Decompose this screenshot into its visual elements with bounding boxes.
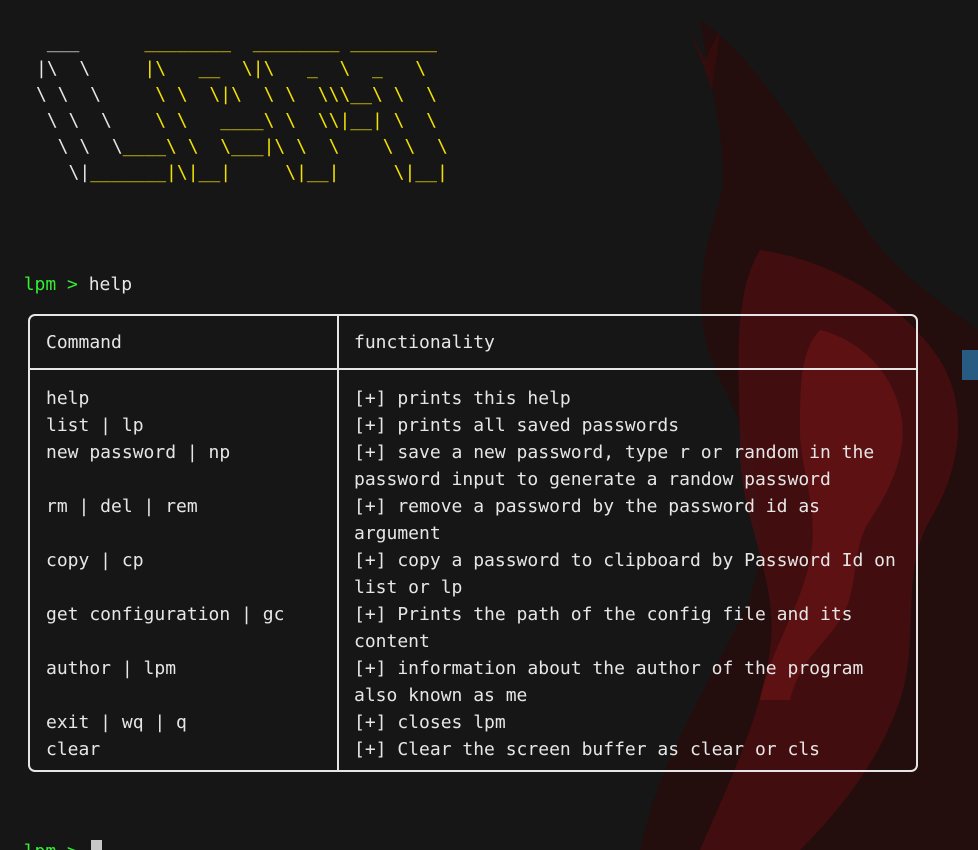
prompt-line-input[interactable]: lpm >	[2, 816, 102, 850]
table-row: get configuration | gc [+] Prints the pat…	[30, 601, 916, 655]
command-cell: author | lpm	[46, 658, 177, 679]
command-cell: new password | np	[46, 442, 231, 463]
description-line: content	[354, 631, 430, 652]
description-line: argument	[354, 523, 441, 544]
prompt-label: lpm >	[24, 841, 89, 850]
description-line: [+] remove a password by the password id…	[354, 496, 820, 517]
description-cell: [+] closes lpm	[338, 709, 894, 736]
table-row: clear [+] Clear the screen buffer as clea…	[30, 736, 916, 763]
lpm-ascii-logo: ___ ________ ________ ________ |\ \ |\ _…	[36, 30, 448, 186]
command-cell: get configuration | gc	[46, 604, 285, 625]
description-cell: [+] prints all saved passwords	[338, 412, 894, 439]
description-line: [+] prints this help	[354, 388, 571, 409]
table-row: copy | cp [+] copy a password to clipboar…	[30, 547, 916, 601]
command-cell: rm | del | rem	[46, 496, 198, 517]
table-row: author | lpm [+] information about the au…	[30, 655, 916, 709]
description-cell: [+] Clear the screen buffer as clear or …	[338, 736, 894, 763]
description-cell: [+] prints this help	[338, 385, 894, 412]
description-line: [+] copy a password to clipboard by Pass…	[354, 550, 896, 571]
description-cell: [+] Prints the path of the config file a…	[338, 601, 894, 655]
header-command: Command	[46, 332, 122, 353]
header-functionality: functionality	[354, 332, 495, 353]
description-line: [+] Prints the path of the config file a…	[354, 604, 853, 625]
description-cell: [+] remove a password by the password id…	[338, 493, 894, 547]
command-cell: clear	[46, 739, 101, 760]
table-row: list | lp [+] prints all saved passwords	[30, 412, 916, 439]
description-cell: [+] information about the author of the …	[338, 655, 894, 709]
logo-line: \ \ \ \ \ ____\ \ \\|__| \ \	[36, 110, 437, 131]
table-row: new password | np [+] save a new password…	[30, 439, 916, 493]
description-line: [+] information about the author of the …	[354, 658, 864, 679]
description-line: also known as me	[354, 685, 528, 706]
help-rows: help [+] prints this help list | lp [+] pri…	[30, 385, 916, 763]
description-line: list or lp	[354, 577, 463, 598]
table-row: exit | wq | q [+] closes lpm	[30, 709, 916, 736]
help-table: Command functionality help [+] prints thi…	[28, 314, 918, 772]
logo-line: ___ ________ ________ ________	[36, 32, 437, 53]
table-row: rm | del | rem [+] remove a password by t…	[30, 493, 916, 547]
logo-line: \ \ \ \ \ \|\ \ \ \\\__\ \ \	[36, 84, 437, 105]
command-cell: help	[46, 388, 90, 409]
logo-line: \|_______|\|__| \|__| \|__|	[36, 162, 448, 183]
command-cell: exit | wq | q	[46, 712, 187, 733]
description-cell: [+] copy a password to clipboard by Pass…	[338, 547, 896, 601]
description-line: password input to generate a randow pass…	[354, 469, 831, 490]
entered-command: help	[88, 274, 133, 295]
description-line: [+] prints all saved passwords	[354, 415, 680, 436]
command-cell: copy | cp	[46, 550, 144, 571]
logo-line: \ \ \____\ \ \___|\ \ \ \ \ \	[36, 136, 448, 157]
description-line: [+] Clear the screen buffer as clear or …	[354, 739, 820, 760]
description-line: [+] closes lpm	[354, 712, 506, 733]
table-row: help [+] prints this help	[30, 385, 916, 412]
description-line: [+] save a new password, type r or rando…	[354, 442, 875, 463]
logo-line: |\ \ |\ __ \|\ _ \ _ \	[36, 58, 427, 79]
command-cell: list | lp	[46, 415, 144, 436]
prompt-line-help: lpm > help	[2, 249, 132, 295]
text-cursor	[90, 840, 102, 850]
header-divider	[30, 368, 916, 370]
prompt-label: lpm >	[23, 274, 89, 295]
description-cell: [+] save a new password, type r or rando…	[338, 439, 894, 493]
